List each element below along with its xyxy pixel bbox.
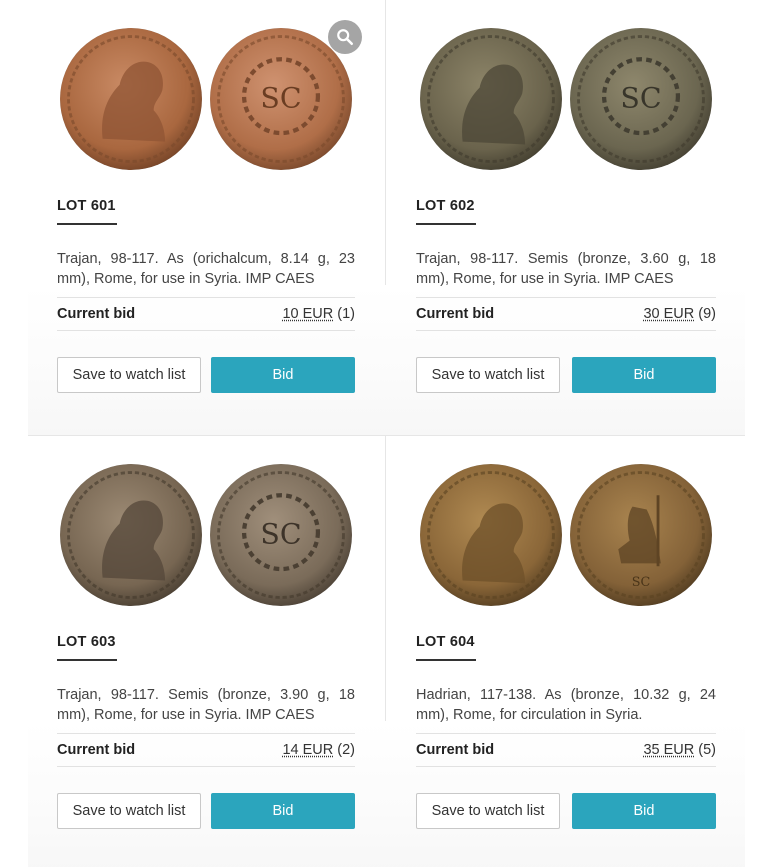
svg-text:SC: SC — [632, 575, 651, 590]
lot-description: Trajan, 98-117. Semis (bronze, 3.60 g, 1… — [416, 251, 716, 287]
svg-text:SC: SC — [620, 82, 661, 115]
lot-title-underline — [416, 659, 476, 661]
coin-reverse-image[interactable]: SC — [570, 464, 712, 606]
coin-reverse-image[interactable]: SC — [210, 28, 352, 170]
bid-amount[interactable]: 14 EUR — [282, 742, 333, 758]
lot-description: Hadrian, 117-138. As (bronze, 10.32 g, 2… — [416, 687, 716, 723]
svg-text:SC: SC — [260, 82, 301, 115]
lot-actions: Save to watch list Bid — [57, 357, 355, 393]
current-bid-row: Current bid 14 EUR (2) — [57, 733, 355, 767]
lot-title[interactable]: LOT 601 — [57, 198, 355, 214]
current-bid-label: Current bid — [416, 742, 495, 758]
lot-title[interactable]: LOT 603 — [57, 634, 355, 650]
lot-actions: Save to watch list Bid — [416, 357, 716, 393]
svg-text:SC: SC — [260, 518, 301, 551]
lot-title[interactable]: LOT 604 — [416, 634, 716, 650]
lot-title-underline — [416, 223, 476, 225]
current-bid-value: 10 EUR (1) — [282, 306, 355, 322]
coin-obverse-image[interactable] — [60, 464, 202, 606]
bid-amount[interactable]: 35 EUR — [643, 742, 694, 758]
current-bid-value: 35 EUR (5) — [643, 742, 716, 758]
save-to-watch-list-button[interactable]: Save to watch list — [57, 793, 201, 829]
lot-title-underline — [57, 659, 117, 661]
lot-title[interactable]: LOT 602 — [416, 198, 716, 214]
bid-button[interactable]: Bid — [211, 357, 355, 393]
coin-images[interactable]: SC — [416, 0, 716, 190]
coin-obverse-image[interactable] — [60, 28, 202, 170]
current-bid-row: Current bid 10 EUR (1) — [57, 297, 355, 331]
bid-button[interactable]: Bid — [572, 357, 716, 393]
coin-images[interactable]: SC — [57, 436, 355, 626]
current-bid-label: Current bid — [57, 742, 136, 758]
current-bid-label: Current bid — [57, 306, 136, 322]
coin-images[interactable]: SC — [416, 436, 716, 626]
bid-count: (5) — [698, 742, 716, 758]
current-bid-value: 30 EUR (9) — [643, 306, 716, 322]
zoom-button[interactable] — [328, 20, 362, 54]
lot-actions: Save to watch list Bid — [57, 793, 355, 829]
save-to-watch-list-button[interactable]: Save to watch list — [416, 793, 560, 829]
save-to-watch-list-button[interactable]: Save to watch list — [57, 357, 201, 393]
current-bid-row: Current bid 35 EUR (5) — [416, 733, 716, 767]
lot-actions: Save to watch list Bid — [416, 793, 716, 829]
current-bid-label: Current bid — [416, 306, 495, 322]
coin-images[interactable]: SC — [57, 0, 362, 190]
lot-card: SC LOT 602 Trajan, 98-117. Semis (bronze… — [385, 0, 771, 436]
coin-obverse-image[interactable] — [420, 464, 562, 606]
bid-amount[interactable]: 10 EUR — [282, 306, 333, 322]
lot-description: Trajan, 98-117. Semis (bronze, 3.90 g, 1… — [57, 687, 355, 723]
lot-card: SC LOT 604 Hadrian, 117-138. As (bronze,… — [385, 436, 771, 867]
coin-reverse-image[interactable]: SC — [210, 464, 352, 606]
bid-count: (9) — [698, 306, 716, 322]
coin-reverse-image[interactable]: SC — [570, 28, 712, 170]
lot-description: Trajan, 98-117. As (orichalcum, 8.14 g, … — [57, 251, 355, 287]
coin-obverse-image[interactable] — [420, 28, 562, 170]
lot-title-underline — [57, 223, 117, 225]
magnifier-icon — [337, 29, 354, 46]
current-bid-row: Current bid 30 EUR (9) — [416, 297, 716, 331]
lot-card: SC LOT 601 Trajan, 98-117. As (orichalcu… — [0, 0, 385, 436]
lot-grid: SC LOT 601 Trajan, 98-117. As (orichalcu… — [0, 0, 771, 867]
bid-amount[interactable]: 30 EUR — [643, 306, 694, 322]
current-bid-value: 14 EUR (2) — [282, 742, 355, 758]
lot-card: SC LOT 603 Trajan, 98-117. Semis (bronze… — [0, 436, 385, 867]
bid-button[interactable]: Bid — [211, 793, 355, 829]
bid-button[interactable]: Bid — [572, 793, 716, 829]
bid-count: (1) — [337, 306, 355, 322]
save-to-watch-list-button[interactable]: Save to watch list — [416, 357, 560, 393]
bid-count: (2) — [337, 742, 355, 758]
